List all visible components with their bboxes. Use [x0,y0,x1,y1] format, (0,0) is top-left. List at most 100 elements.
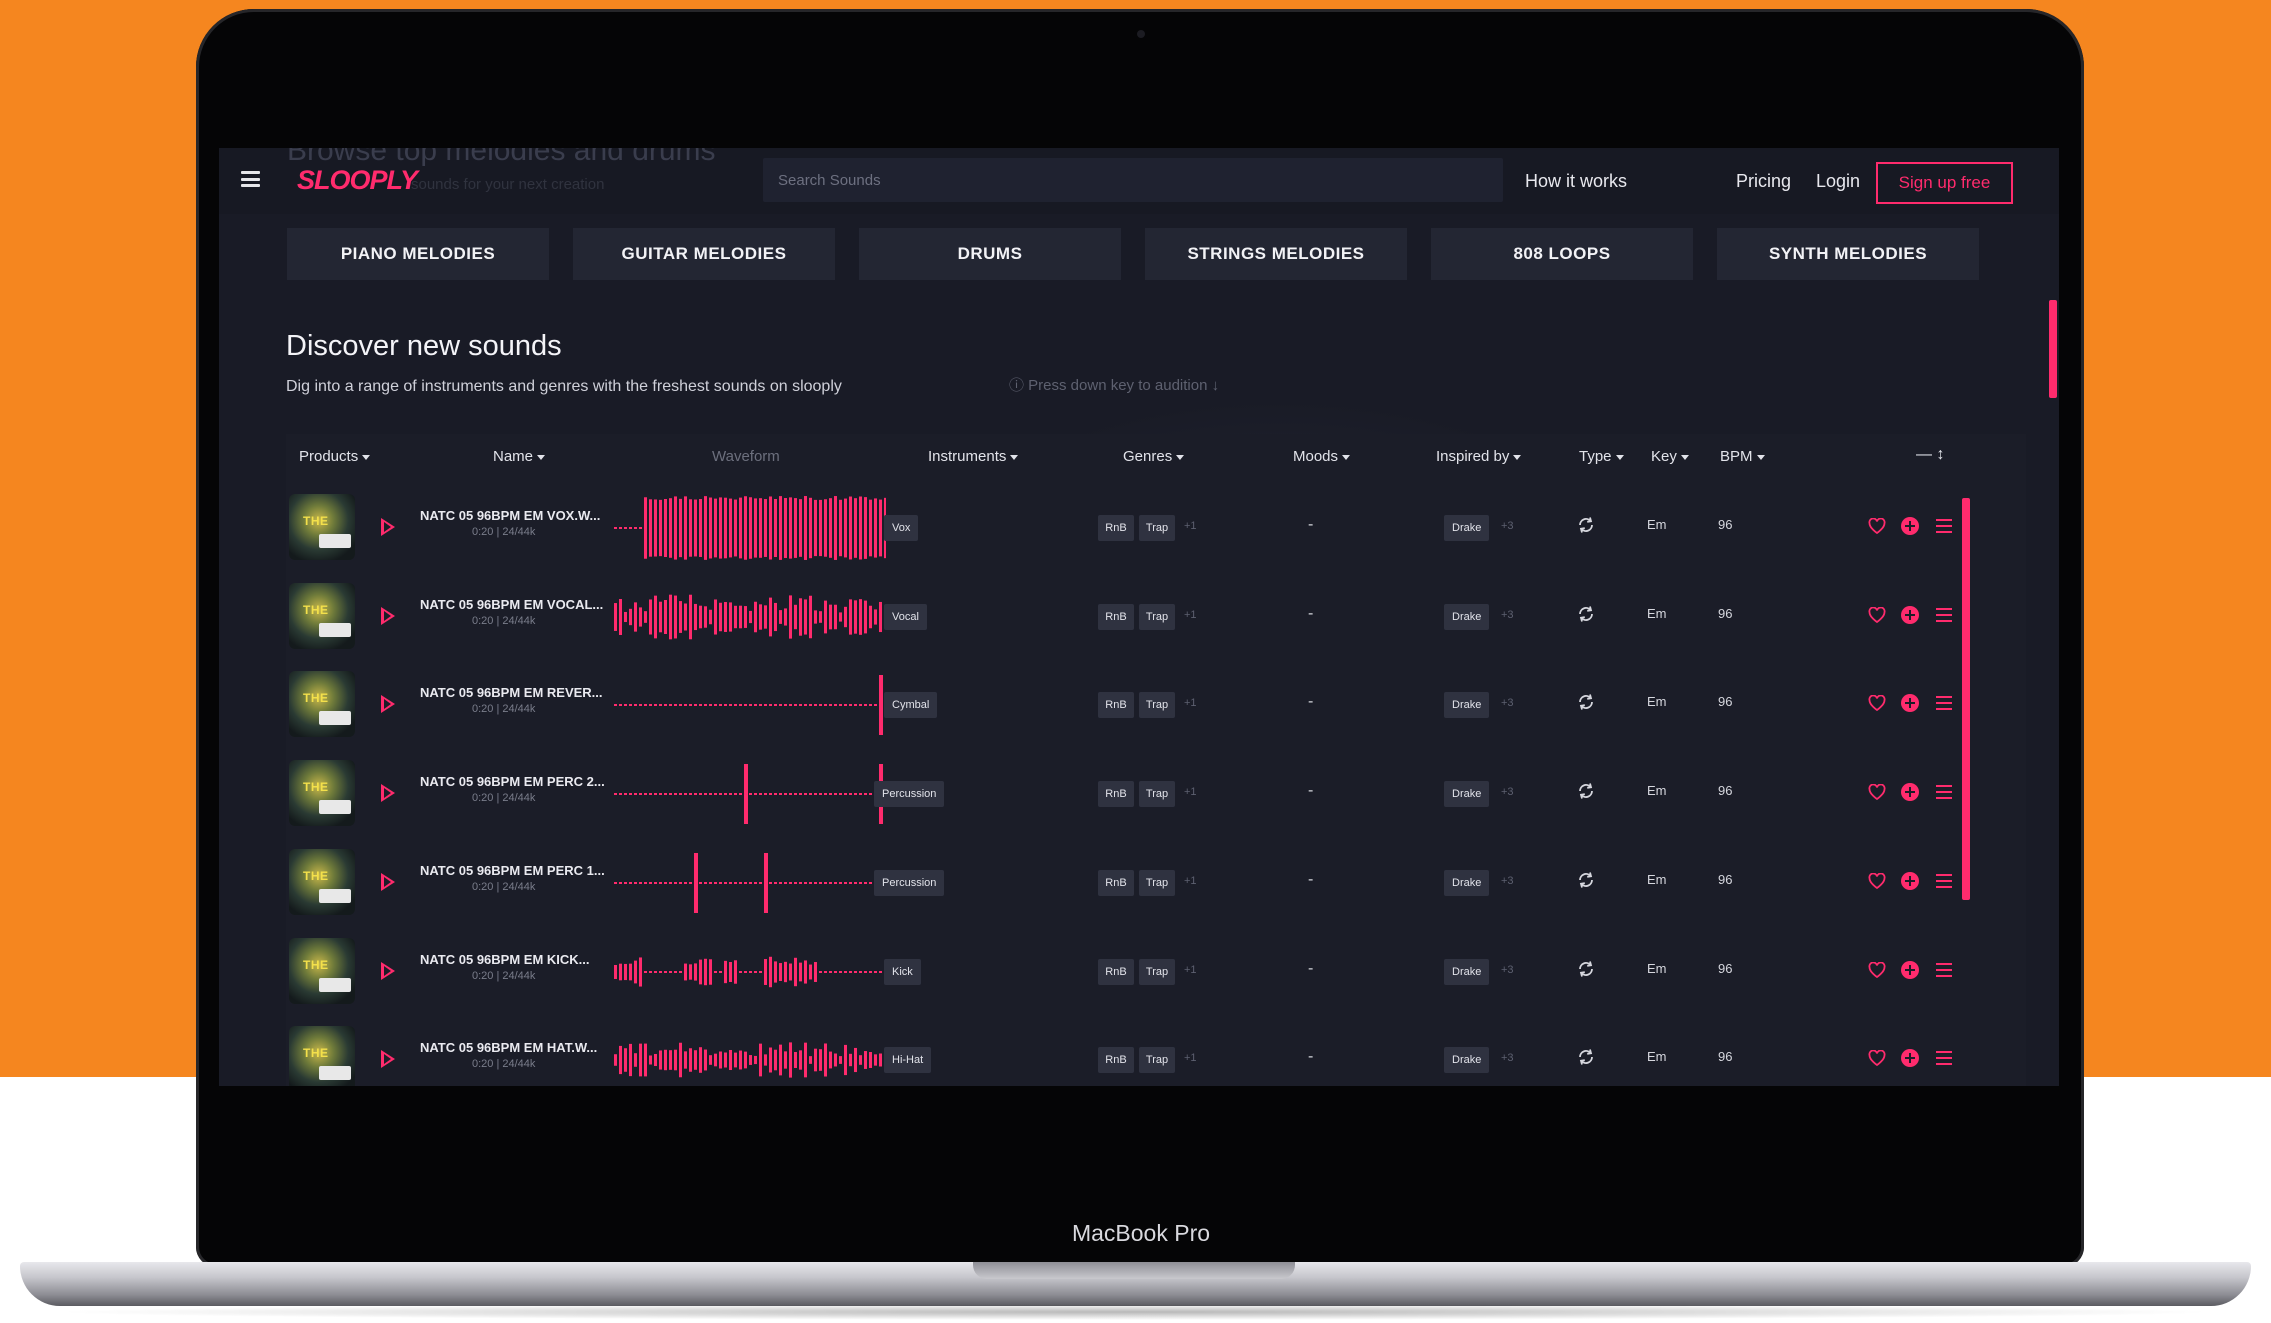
heart-icon[interactable] [1868,1050,1886,1067]
play-icon[interactable] [381,872,395,891]
genre-chip[interactable]: RnB [1098,781,1134,808]
product-artwork[interactable]: THE [289,494,355,560]
play-icon[interactable] [381,784,395,803]
waveform[interactable] [614,669,886,741]
search-box[interactable] [763,158,1503,202]
table-row[interactable]: THE NATC 05 96BPM EM KICK... 0:20 | 24/4… [286,928,2026,1016]
heart-icon[interactable] [1868,695,1886,712]
heart-icon[interactable] [1868,961,1886,978]
category-drums[interactable]: DRUMS [859,228,1121,280]
sound-name[interactable]: NATC 05 96BPM EM KICK... [420,952,620,967]
genre-more[interactable]: +1 [1184,964,1197,976]
inspired-chip[interactable]: Drake [1444,781,1490,808]
genre-chip[interactable]: Trap [1139,603,1175,630]
header-moods[interactable]: Moods [1293,448,1351,465]
menu-lines-icon[interactable] [1936,785,1952,800]
header-inspired-by[interactable]: Inspired by [1436,448,1522,465]
heart-icon[interactable] [1868,872,1886,889]
genre-more[interactable]: +1 [1184,520,1197,532]
instrument-chip[interactable]: Cymbal [884,692,938,719]
product-artwork[interactable]: THE [289,671,355,738]
header-bpm[interactable]: BPM [1720,448,1765,465]
header-type[interactable]: Type [1579,448,1624,465]
genre-chip[interactable]: Trap [1139,869,1175,896]
menu-lines-icon[interactable] [1936,519,1952,533]
genre-chip[interactable]: Trap [1139,1047,1175,1074]
header-genres[interactable]: Genres [1123,448,1185,465]
header-name[interactable]: Name [493,448,546,465]
menu-lines-icon[interactable] [1936,1051,1952,1066]
genre-chip[interactable]: Trap [1139,958,1175,985]
instrument-chip[interactable]: Percussion [874,869,945,896]
heart-icon[interactable] [1868,784,1886,801]
inspired-more[interactable]: +3 [1501,520,1514,532]
waveform[interactable] [614,936,886,1008]
genre-chip[interactable]: Trap [1139,781,1175,808]
inspired-more[interactable]: +3 [1501,1052,1514,1064]
inspired-chip[interactable]: Drake [1444,869,1490,896]
category-guitar-melodies[interactable]: GUITAR MELODIES [573,228,835,280]
table-scrollbar[interactable] [1962,498,1970,900]
waveform[interactable] [614,581,886,653]
nav-pricing[interactable]: Pricing [1736,171,1791,192]
play-icon[interactable] [381,695,395,714]
genre-chip[interactable]: RnB [1098,515,1134,541]
genre-chip[interactable]: RnB [1098,1047,1134,1074]
add-circle-icon[interactable] [1901,871,1919,890]
search-input[interactable] [763,158,1503,202]
heart-icon[interactable] [1868,606,1886,623]
header-key[interactable]: Key [1651,448,1689,465]
inspired-chip[interactable]: Drake [1444,515,1490,541]
inspired-more[interactable]: +3 [1501,964,1514,976]
header-products[interactable]: Products [299,448,371,465]
nav-how-it-works[interactable]: How it works [1525,171,1627,192]
waveform[interactable] [614,492,886,564]
genre-more[interactable]: +1 [1184,875,1197,887]
category-synth-melodies[interactable]: SYNTH MELODIES [1717,228,1979,280]
signup-button[interactable]: Sign up free [1876,162,2013,204]
menu-lines-icon[interactable] [1936,873,1952,888]
category-strings-melodies[interactable]: STRINGS MELODIES [1145,228,1407,280]
sound-name[interactable]: NATC 05 96BPM EM HAT.W... [420,1040,620,1055]
menu-lines-icon[interactable] [1936,696,1952,711]
product-artwork[interactable]: THE [289,582,355,649]
menu-lines-icon[interactable] [1936,962,1952,977]
waveform[interactable] [614,1024,886,1086]
genre-more[interactable]: +1 [1184,697,1197,709]
play-icon[interactable] [381,1050,395,1069]
genre-more[interactable]: +1 [1184,1052,1197,1064]
inspired-more[interactable]: +3 [1501,609,1514,621]
inspired-chip[interactable]: Drake [1444,692,1490,719]
add-circle-icon[interactable] [1901,960,1919,979]
sound-name[interactable]: NATC 05 96BPM EM REVER... [420,685,620,700]
menu-lines-icon[interactable] [1936,607,1952,622]
add-circle-icon[interactable] [1901,1049,1919,1068]
play-icon[interactable] [381,518,395,536]
inspired-more[interactable]: +3 [1501,697,1514,709]
product-artwork[interactable]: THE [289,760,355,827]
inspired-chip[interactable]: Drake [1444,603,1490,630]
slooply-logo[interactable]: SLOOPLY [297,165,418,196]
product-artwork[interactable]: THE [289,937,355,1004]
table-row[interactable]: THE NATC 05 96BPM EM REVER... 0:20 | 24/… [286,661,2026,749]
genre-more[interactable]: +1 [1184,786,1197,798]
inspired-more[interactable]: +3 [1501,875,1514,887]
genre-chip[interactable]: RnB [1098,958,1134,985]
genre-chip[interactable]: RnB [1098,692,1134,719]
waveform[interactable] [614,758,886,830]
inspired-chip[interactable]: Drake [1444,1047,1490,1074]
genre-chip[interactable]: Trap [1139,692,1175,719]
inspired-more[interactable]: +3 [1501,786,1514,798]
play-icon[interactable] [381,961,395,980]
inspired-chip[interactable]: Drake [1444,958,1490,985]
instrument-chip[interactable]: Hi-Hat [884,1047,932,1074]
instrument-chip[interactable]: Kick [884,958,921,985]
add-circle-icon[interactable] [1901,517,1919,535]
header-tools[interactable]: — ↕ [1916,446,1944,464]
category-piano-melodies[interactable]: PIANO MELODIES [287,228,549,280]
table-row[interactable]: THE NATC 05 96BPM EM VOCAL... 0:20 | 24/… [286,573,2026,661]
add-circle-icon[interactable] [1901,783,1919,802]
genre-chip[interactable]: RnB [1098,869,1134,896]
sound-name[interactable]: NATC 05 96BPM EM PERC 1... [420,863,620,878]
table-row[interactable]: THE NATC 05 96BPM EM PERC 1... 0:20 | 24… [286,839,2026,927]
